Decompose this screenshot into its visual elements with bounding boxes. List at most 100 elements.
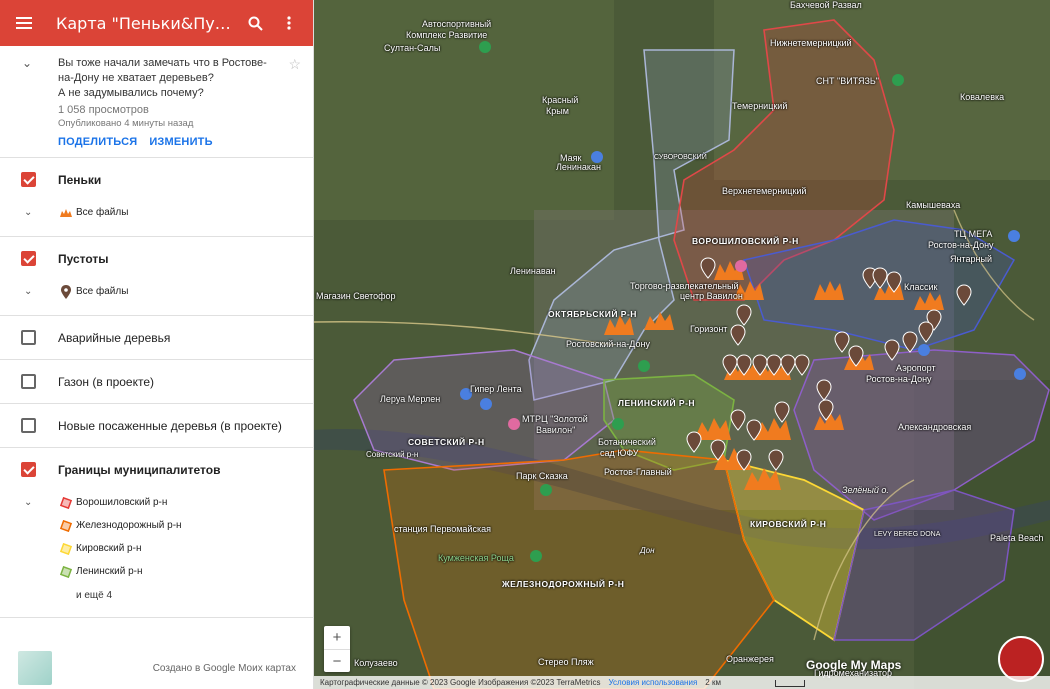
map-label: Ленинаван: [510, 266, 556, 276]
search-icon[interactable]: [243, 11, 267, 35]
zoom-control: + −: [324, 626, 350, 672]
map-label: центр Вавилон: [680, 291, 743, 301]
map-overlay: [314, 0, 1050, 689]
layer-sub-label: Кировский р-н: [76, 543, 142, 554]
chevron-down-icon[interactable]: ⌄: [24, 207, 36, 218]
layer-sub-item[interactable]: ⌄ Ворошиловский р-н: [0, 491, 313, 514]
layer-checkbox[interactable]: [21, 418, 36, 433]
map-label: Ботанический: [598, 437, 656, 447]
layer-sub-item[interactable]: ⌄ Все файлы: [0, 201, 313, 224]
layer-name: Пустоты: [58, 251, 109, 266]
pin-icon: [58, 284, 74, 299]
map-label: ТЦ МЕГА: [954, 229, 993, 239]
map-label: Ростов-на-Дону: [866, 374, 932, 384]
zoom-out-button[interactable]: −: [324, 649, 350, 672]
map-label: Ростов-Главный: [604, 467, 672, 477]
menu-icon[interactable]: [12, 11, 36, 35]
layer-name: Новые посаженные деревья (в проекте): [58, 418, 282, 433]
layer-sub-label: Все файлы: [76, 286, 129, 297]
district-label: ВОРОШИЛОВСКИЙ Р-Н: [692, 236, 799, 246]
map-label: Нижнетемерницкий: [770, 38, 852, 48]
layer-sub-label: Все файлы: [76, 207, 129, 218]
map-label: Султан-Салы: [384, 43, 441, 53]
layer-stumps: Пеньки ⌄ Все файлы: [0, 158, 313, 237]
layer-name: Границы муниципалитетов: [58, 462, 221, 477]
layer-checkbox[interactable]: [21, 251, 36, 266]
layer-checkbox[interactable]: [21, 374, 36, 389]
terms-link[interactable]: Условия использования: [608, 678, 697, 687]
published-time: Опубликовано 4 минуты назад: [58, 118, 194, 129]
chevron-down-icon[interactable]: ⌄: [24, 286, 36, 297]
chevron-down-icon[interactable]: ⌄: [24, 497, 36, 508]
map-label: Горизонт: [690, 324, 728, 334]
district-label: ЖЕЛЕЗНОДОРОЖНЫЙ Р-Н: [502, 579, 625, 589]
district-label: ЛЕНИНСКИЙ Р-Н: [618, 398, 696, 408]
map-label: Колузаево: [354, 658, 398, 668]
map-label: Крым: [546, 106, 569, 116]
chevron-down-icon[interactable]: ⌄: [22, 56, 32, 70]
layer-sub-item[interactable]: Ленинский р-н: [0, 560, 313, 583]
district-label: СОВЕТСКИЙ Р-Н: [408, 437, 485, 447]
map-label: LEVY BEREG DONA: [874, 531, 941, 538]
map-label: Кумженская Роща: [438, 553, 514, 563]
district-label: ОКТЯБРЬСКИЙ Р-Н: [548, 309, 637, 319]
map-title: Карта "Пеньки&Пустоты…: [56, 13, 235, 33]
map-label: Комплекс Развитие: [406, 30, 488, 40]
layer-name: Аварийные деревья: [58, 330, 171, 345]
map-label: МТРЦ "Золотой: [522, 414, 588, 424]
layer-sub-label: Ленинский р-н: [76, 566, 143, 577]
map-label: Леруа Мерлен: [380, 394, 441, 404]
polygon-icon: [58, 519, 74, 532]
scale-bar: [775, 680, 805, 687]
map-label: СНТ "ВИТЯЗЬ": [816, 76, 879, 86]
map-label: Торгово-развлекательный: [630, 281, 739, 291]
layer-voids: Пустоты ⌄ Все файлы: [0, 237, 313, 316]
map-label: Автоспортивный: [422, 19, 492, 29]
views-count: 1 058 просмотров: [58, 104, 149, 116]
description-text: Вы тоже начали замечать что в Ростове-на…: [58, 57, 267, 84]
layer-sub-item[interactable]: ⌄ Все файлы: [0, 280, 313, 303]
map-label: Ленинакан: [556, 162, 601, 172]
layer-lawn: Газон (в проекте): [0, 360, 313, 404]
map-label: Бахчевой Развал: [790, 0, 862, 10]
more-vert-icon[interactable]: [277, 11, 301, 35]
edit-button[interactable]: ИЗМЕНИТЬ: [149, 136, 212, 148]
description-text-2: А не задумывались почему?: [58, 87, 204, 99]
map-label: Ростовский-на-Дону: [566, 339, 650, 349]
map-label: Ковалевка: [960, 92, 1005, 102]
layer-name: Пеньки: [58, 172, 102, 187]
layer-checkbox[interactable]: [21, 172, 36, 187]
map-description: ⌄ ☆ Вы тоже начали замечать что в Ростов…: [0, 46, 313, 158]
scale-label: 2 км: [705, 678, 721, 687]
map-label: Гипер Лента: [470, 384, 522, 394]
star-icon[interactable]: ☆: [288, 56, 301, 73]
share-button[interactable]: ПОДЕЛИТЬСЯ: [58, 136, 137, 148]
layer-emergency-trees: Аварийные деревья: [0, 316, 313, 360]
zoom-in-button[interactable]: +: [324, 626, 350, 649]
map-label: Аэропорт: [896, 363, 936, 373]
layer-checkbox[interactable]: [21, 330, 36, 345]
map-label: Стерео Пляж: [538, 657, 594, 667]
map-thumbnail[interactable]: [18, 651, 52, 685]
polygon-icon: [58, 565, 74, 578]
map-label: Классик: [904, 282, 938, 292]
map-label: сад ЮФУ: [600, 448, 639, 458]
map-label: Paleta Beach: [990, 533, 1044, 543]
attribution-text: Картографические данные © 2023 Google Из…: [320, 678, 601, 687]
sidebar: Карта "Пеньки&Пустоты… ⌄ ☆ Вы тоже начал…: [0, 0, 314, 689]
map-label: Дон: [640, 546, 655, 555]
polygon-icon: [58, 542, 74, 555]
layer-sub-item[interactable]: Железнодорожный р-н: [0, 514, 313, 537]
map-label: Ростов-на-Дону: [928, 240, 994, 250]
created-credit: Создано в Google Моих картах: [152, 663, 296, 674]
map-label: Верхнетемерницкий: [722, 186, 807, 196]
map-label: Красный: [542, 95, 579, 105]
header-bar: Карта "Пеньки&Пустоты…: [0, 0, 313, 46]
map-label: Советский р-н: [366, 450, 419, 459]
attribution-bar: Картографические данные © 2023 Google Из…: [314, 676, 1050, 689]
map-label: Зелёный о.: [842, 485, 889, 495]
layer-sub-item[interactable]: Кировский р-н: [0, 537, 313, 560]
layer-checkbox[interactable]: [21, 462, 36, 477]
map-canvas[interactable]: Автоспортивный Комплекс Развитие Бахчево…: [314, 0, 1050, 689]
more-layers-link[interactable]: и ещё 4: [0, 583, 313, 607]
